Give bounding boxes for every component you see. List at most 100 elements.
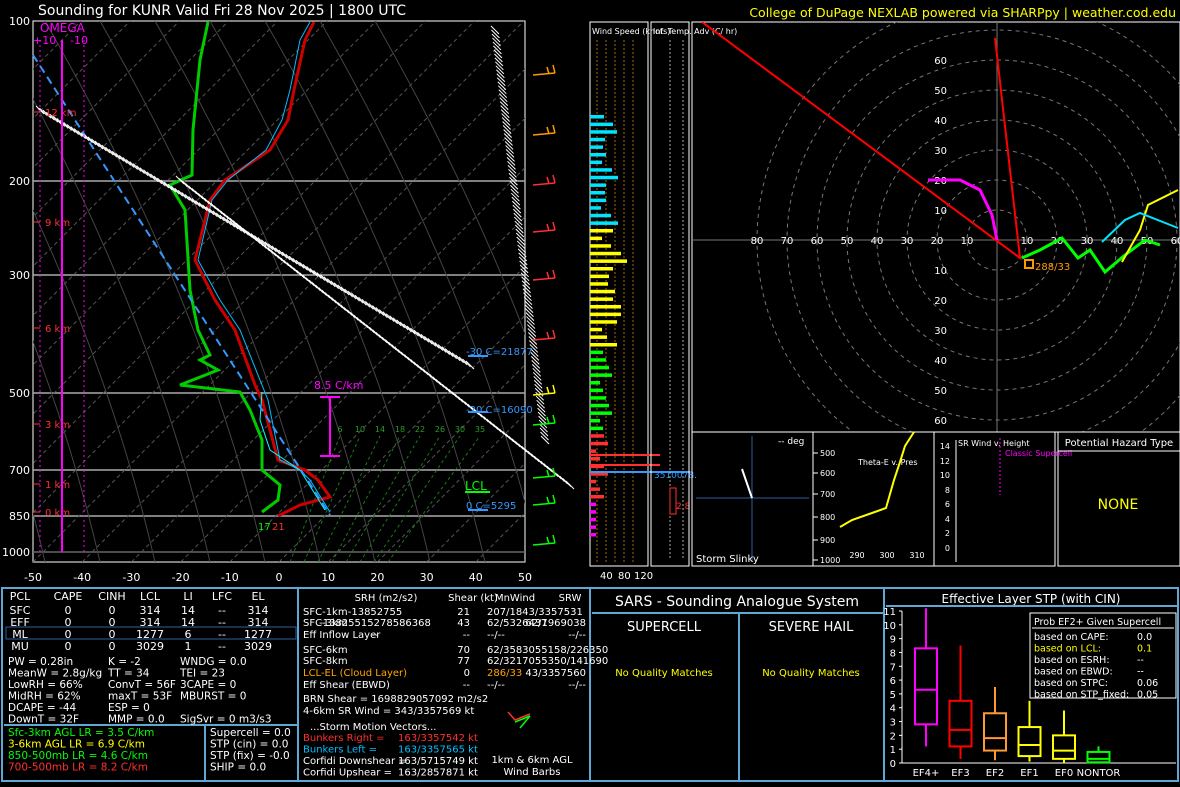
index-col1-5: DownT = 32F [8, 714, 79, 726]
header-title: Sounding for KUNR Valid Fri 28 Nov 2025 … [38, 3, 406, 19]
stp-legend-label-1: based on LCL: [1034, 644, 1101, 655]
adv-value: 2.8 [676, 502, 691, 512]
wind-speed-bar-8 [590, 175, 618, 180]
kin-motion-label-0: Bunkers Right = [303, 733, 385, 744]
stp-ytick-3: 3 [890, 718, 896, 729]
stp-category-1: EF3 [951, 768, 969, 779]
stp-legend-value-0: 0.0 [1137, 632, 1152, 643]
wind-speed-bar-54 [590, 525, 596, 529]
wind-speed-bar-53 [590, 517, 596, 522]
parcel-header-1: CAPE [54, 590, 83, 603]
lapse-rate-2: 850-500mb LR = 4.6 C/km [8, 750, 148, 762]
hodo-ring-label-up-0: 60 [934, 56, 947, 67]
hodo-ring-label-up-3: 30 [934, 146, 947, 157]
mix-ratio-label-7: 35 [475, 425, 485, 434]
index-col3-3: MBURST = 0 [180, 691, 246, 703]
wind-speed-bar-9 [590, 183, 606, 187]
wind-speed-bar-0 [590, 115, 604, 119]
stp-ytick-10: 10 [883, 621, 896, 632]
stp-legend-value-4: 0.06 [1137, 678, 1158, 689]
index-col1-4: DCAPE = -44 [8, 702, 77, 714]
wind-speed-bar-10 [590, 191, 605, 195]
thetae-ttick-0: 290 [849, 551, 864, 560]
mix-ratio-label-0: 6 [337, 425, 342, 434]
srwind-tick-3: 8 [945, 486, 950, 495]
index-col2-0: K = -2 [108, 656, 141, 668]
index-col1-0: PW = 0.28in [8, 656, 73, 668]
parcel-header-5: LFC [212, 590, 232, 603]
stp-category-3: EF1 [1020, 768, 1038, 779]
wind-speed-bar-23 [590, 289, 615, 294]
kin-motion-label-1: Bunkers Left = [303, 745, 377, 756]
parcel-cell-3-6: 3029 [244, 640, 272, 653]
temp-tick-7: 20 [370, 571, 384, 584]
parcel-cell-3-4: 1 [185, 640, 192, 653]
srwind-tick-0: 14 [940, 442, 950, 451]
stp-ytick-9: 9 [890, 635, 896, 646]
sars-supercell-match: No Quality Matches [615, 668, 713, 679]
temp-tick-10: 50 [518, 571, 532, 584]
wind-speed-bar-34 [590, 373, 612, 377]
wind-speed-bar-12 [590, 206, 601, 210]
wind-speed-bar-45 [590, 457, 600, 461]
stp-legend-value-3: -- [1137, 667, 1144, 678]
stp-ytick-8: 8 [890, 648, 896, 659]
kin-motion-label-2: Corfidi Downshear = [303, 756, 407, 767]
surface-dew-label: 17 [258, 522, 271, 533]
kin-motion-label-3: Corfidi Upshear = [303, 768, 392, 779]
srwind-tick-2: 10 [940, 471, 950, 480]
parcel-cell-3-1: 0 [65, 640, 72, 653]
parcel-cell-3-2: 0 [109, 640, 116, 653]
pressure-tick-700: 700 [9, 464, 30, 477]
kin-srwind: 4-6km SR Wind = 343/3357569 kt [303, 706, 474, 717]
stp-legend-value-2: -- [1137, 655, 1144, 666]
kin-row-mn-4: 62/3217055350/141690 [487, 656, 608, 667]
hodo-ring-label-left-0: 10 [961, 236, 974, 247]
omega-title: OMEGA [40, 21, 86, 35]
wind-speed-bar-35 [590, 381, 600, 385]
pressure-tick-100: 100 [9, 15, 30, 28]
theta-e-title: Theta-E v. Pres [857, 458, 918, 467]
height-label-0: 12 km [45, 108, 76, 119]
srwind-tick-5: 4 [945, 515, 950, 524]
hodo-ring-label-left-3: 40 [871, 236, 884, 247]
thetae-ttick-1: 300 [879, 551, 894, 560]
mix-ratio-label-6: 30 [455, 425, 465, 434]
indices-block: PW = 0.28inMeanW = 2.8g/kgLowRH = 66%Mid… [8, 656, 272, 726]
surface-temp-label: 21 [272, 522, 285, 533]
wind-speed-bar-32 [590, 358, 606, 362]
wind-speed-bar-33 [590, 365, 609, 370]
wind-speed-bar-2 [590, 130, 617, 134]
composite-0: Supercell = 0.0 [210, 727, 291, 739]
sars-supercell: SUPERCELL [627, 620, 702, 635]
hodo-ring-label-up-2: 40 [934, 116, 947, 127]
wind-speed-bar-21 [590, 274, 609, 279]
kin-row-srw-5: 43/3357560 [525, 668, 586, 679]
lapse-rate-1: 3-6km AGL LR = 6.9 C/km [8, 739, 145, 751]
stp-category-5: NONTOR [1077, 768, 1121, 779]
stp-legend-label-2: based on ESRH: [1034, 655, 1110, 666]
barb-caption-1: 1km & 6km AGL [491, 755, 573, 766]
parcel-header-6: EL [251, 590, 265, 603]
temp-tick-1: -40 [73, 571, 91, 584]
temp-adv-title: Inf. Temp. Adv (C/ hr) [653, 27, 737, 36]
barb-caption-2: Wind Barbs [504, 767, 561, 778]
srwind-tick-1: 12 [940, 457, 950, 466]
wind-speed-bar-16 [590, 236, 602, 241]
temp-tick-4: -10 [221, 571, 239, 584]
kin-header-srh: SRH (m2/s2) [355, 593, 418, 604]
wind-speed-bar-42 [590, 434, 604, 438]
wind-speed-bar-44 [590, 449, 596, 453]
kin-row-shear-5: 0 [464, 668, 470, 679]
stp-title: Effective Layer STP (with CIN) [942, 592, 1121, 606]
kin-row-srh-0: -13852755 [348, 607, 403, 618]
wind-tick-120: 120 [634, 571, 653, 582]
sr-wind-title: SR Wind v. Height [958, 439, 1029, 448]
wind-speed-bar-24 [590, 297, 613, 301]
parcel-cell-3-5: -- [218, 640, 226, 653]
temp-tick-6: 10 [321, 571, 335, 584]
wind-tick-40: 40 [600, 571, 613, 582]
wind-speed-bar-55 [590, 533, 596, 537]
sars-hail: SEVERE HAIL [769, 620, 854, 635]
kin-row-mn-6: --/-- [487, 680, 505, 691]
